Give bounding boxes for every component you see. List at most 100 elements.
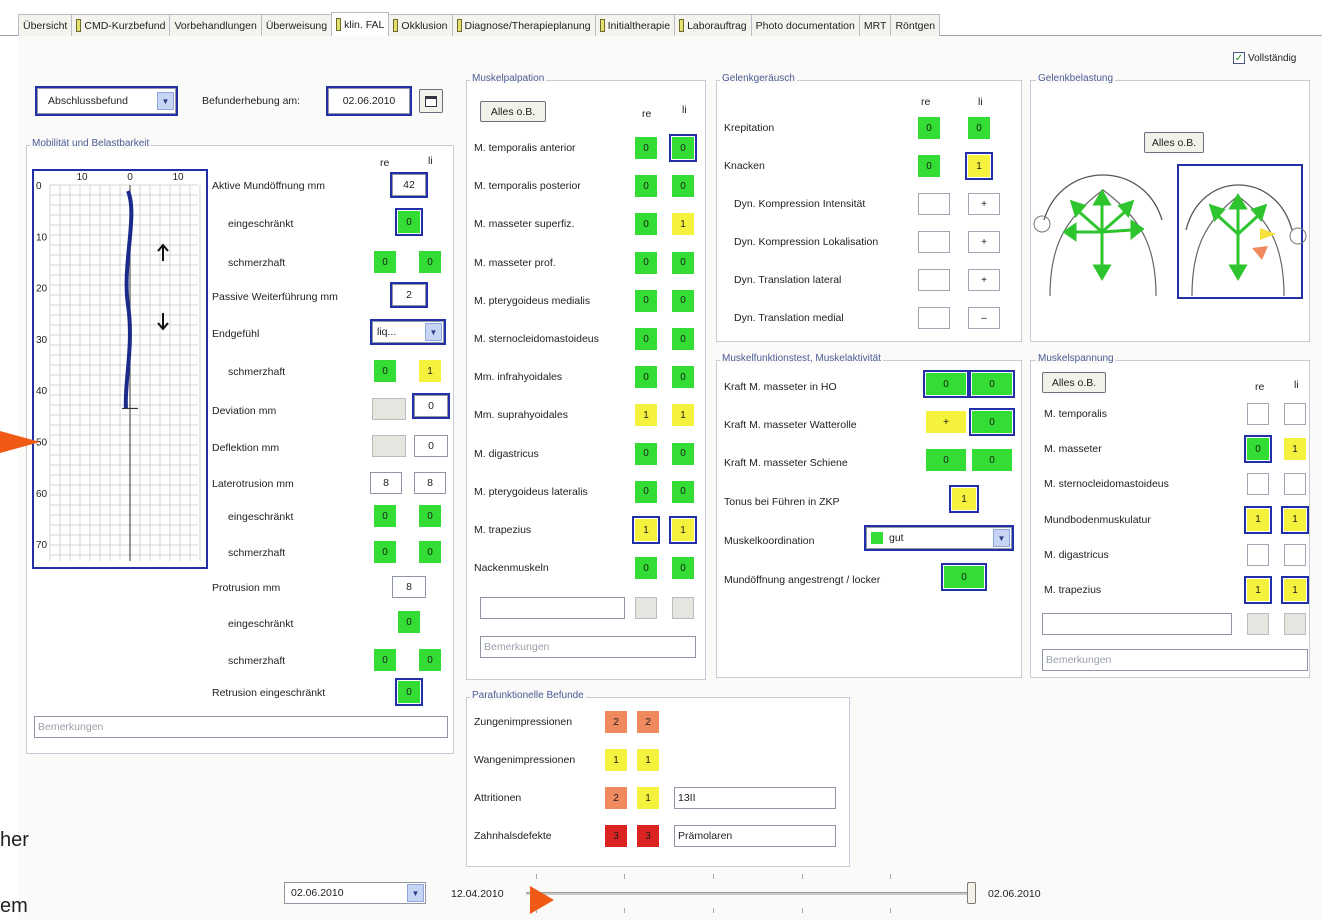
- tab-9[interactable]: Photo documentation: [750, 14, 860, 36]
- muskelpalpation-alles-ob-button[interactable]: Alles o.B.: [480, 101, 546, 122]
- eingeschraenkt2-li[interactable]: 0: [419, 505, 441, 527]
- tab-3[interactable]: Überweisung: [260, 14, 333, 36]
- deviation-re[interactable]: [372, 398, 406, 420]
- tab-8[interactable]: Laborauftrag: [674, 14, 752, 36]
- row-li-cell[interactable]: 0: [968, 117, 990, 139]
- row-li-cell[interactable]: 1: [672, 213, 694, 236]
- row-re-cell[interactable]: 0: [635, 251, 657, 274]
- row-li-cell[interactable]: 0: [672, 557, 694, 580]
- laterotrusion-li[interactable]: 8: [414, 472, 446, 494]
- muskelpalpation-extra-re[interactable]: [635, 597, 657, 619]
- row-li-cell[interactable]: [1284, 403, 1306, 425]
- row-li-cell[interactable]: [1284, 473, 1306, 496]
- parafunktion-re-cell[interactable]: 1: [605, 749, 627, 771]
- schmerzhaft4-li[interactable]: 0: [419, 649, 441, 671]
- parafunktion-note-input[interactable]: 13II: [674, 787, 836, 809]
- eingeschraenkt1-cell[interactable]: 0: [395, 208, 423, 236]
- row-re-cell[interactable]: 0: [1244, 435, 1272, 464]
- row-re-cell[interactable]: [1247, 403, 1269, 425]
- endgefuehl-select[interactable]: liq... ▼: [370, 319, 446, 345]
- laterotrusion-re[interactable]: 8: [370, 472, 402, 494]
- right-joint-diagram[interactable]: [1176, 160, 1308, 300]
- row-li-cell[interactable]: +: [968, 231, 1000, 253]
- row-li-cell[interactable]: 0: [672, 366, 694, 389]
- parafunktion-re-cell[interactable]: 2: [605, 787, 627, 809]
- kraft-watte-li[interactable]: 0: [969, 408, 1015, 436]
- passive-input[interactable]: 2: [390, 282, 428, 308]
- row-re-cell[interactable]: 0: [635, 480, 657, 503]
- parafunktion-re-cell[interactable]: 2: [605, 711, 627, 733]
- row-li-cell[interactable]: 0: [672, 175, 694, 198]
- kraft-ho-li[interactable]: 0: [969, 370, 1015, 398]
- timeline-slider-handle[interactable]: [967, 882, 976, 904]
- row-li-cell[interactable]: 1: [672, 404, 694, 427]
- muskelspannung-extra-input[interactable]: [1042, 613, 1232, 635]
- schmerzhaft2-re[interactable]: 0: [374, 360, 396, 382]
- deviation-input[interactable]: 0: [412, 393, 450, 419]
- schmerzhaft1-li[interactable]: 0: [419, 251, 441, 273]
- row-re-cell[interactable]: [918, 269, 950, 291]
- mobilitaet-bemerkungen-input[interactable]: Bemerkungen: [34, 716, 448, 738]
- parafunktion-li-cell[interactable]: 1: [637, 787, 659, 809]
- muskelspannung-extra-li[interactable]: [1284, 613, 1306, 635]
- tonus-cell[interactable]: 1: [949, 485, 979, 513]
- kraft-schiene-re[interactable]: 0: [926, 449, 966, 471]
- row-re-cell[interactable]: 0: [635, 557, 657, 580]
- tab-5[interactable]: Okklusion: [388, 14, 453, 36]
- aktive-input[interactable]: 42: [390, 172, 428, 198]
- row-re-cell[interactable]: 0: [918, 155, 940, 177]
- row-li-cell[interactable]: 1: [1284, 438, 1306, 461]
- kraft-schiene-li[interactable]: 0: [972, 449, 1012, 471]
- row-re-cell[interactable]: 0: [635, 137, 657, 159]
- row-re-cell[interactable]: 1: [1244, 505, 1272, 534]
- row-li-cell[interactable]: 0: [672, 480, 694, 503]
- muskelpalpation-bemerkungen-input[interactable]: Bemerkungen: [480, 636, 696, 658]
- retrusion-cell[interactable]: 0: [395, 678, 423, 706]
- parafunktion-note-input[interactable]: Prämolaren: [674, 825, 836, 847]
- mundoeffnung-cell[interactable]: 0: [941, 563, 987, 591]
- parafunktion-re-cell[interactable]: 3: [605, 825, 627, 847]
- schmerzhaft3-re[interactable]: 0: [374, 541, 396, 563]
- row-re-cell[interactable]: [918, 193, 950, 215]
- schmerzhaft1-re[interactable]: 0: [374, 251, 396, 273]
- deflektion-input[interactable]: 0: [414, 435, 448, 457]
- timeline-slider-track[interactable]: [526, 892, 970, 895]
- row-re-cell[interactable]: 0: [635, 213, 657, 236]
- muskelpalpation-extra-li[interactable]: [672, 597, 694, 619]
- schmerzhaft3-li[interactable]: 0: [419, 541, 441, 563]
- row-li-cell[interactable]: +: [968, 193, 1000, 215]
- deflektion-re[interactable]: [372, 435, 406, 457]
- row-re-cell[interactable]: 1: [632, 516, 660, 544]
- muskelspannung-alles-ob-button[interactable]: Alles o.B.: [1042, 372, 1106, 393]
- row-re-cell[interactable]: 1: [1244, 576, 1272, 604]
- row-li-cell[interactable]: [1284, 543, 1306, 566]
- tab-2[interactable]: Vorbehandlungen: [169, 14, 262, 36]
- row-li-cell[interactable]: 0: [669, 134, 697, 162]
- protrusion-input[interactable]: 8: [392, 576, 426, 598]
- tab-6[interactable]: Diagnose/Therapieplanung: [451, 14, 596, 36]
- parafunktion-li-cell[interactable]: 1: [637, 749, 659, 771]
- row-li-cell[interactable]: +: [968, 269, 1000, 291]
- row-li-cell[interactable]: –: [968, 307, 1000, 329]
- row-li-cell[interactable]: 1: [1281, 576, 1309, 604]
- tab-0[interactable]: Übersicht: [18, 14, 73, 36]
- row-li-cell[interactable]: 0: [672, 328, 694, 350]
- row-re-cell[interactable]: 0: [918, 117, 940, 139]
- muskelspannung-bemerkungen-input[interactable]: Bemerkungen: [1042, 649, 1308, 671]
- befundtyp-select[interactable]: Abschlussbefund ▼: [35, 86, 178, 116]
- muskelpalpation-extra-input[interactable]: [480, 597, 625, 619]
- row-re-cell[interactable]: 0: [635, 289, 657, 312]
- schmerzhaft2-li[interactable]: 1: [419, 360, 441, 382]
- row-li-cell[interactable]: 1: [965, 152, 993, 180]
- vollstaendig-checkbox[interactable]: ✓ Vollständig: [1233, 52, 1296, 64]
- timeline-date-select[interactable]: 02.06.2010 ▼: [284, 882, 426, 904]
- muskelspannung-extra-re[interactable]: [1247, 613, 1269, 635]
- row-li-cell[interactable]: 1: [1281, 505, 1309, 534]
- row-li-cell[interactable]: 0: [672, 289, 694, 312]
- row-re-cell[interactable]: 0: [635, 442, 657, 465]
- befunderhebung-date-input[interactable]: 02.06.2010: [326, 86, 412, 116]
- row-re-cell[interactable]: [1247, 543, 1269, 566]
- eingeschraenkt2-re[interactable]: 0: [374, 505, 396, 527]
- row-re-cell[interactable]: 0: [635, 328, 657, 350]
- parafunktion-li-cell[interactable]: 3: [637, 825, 659, 847]
